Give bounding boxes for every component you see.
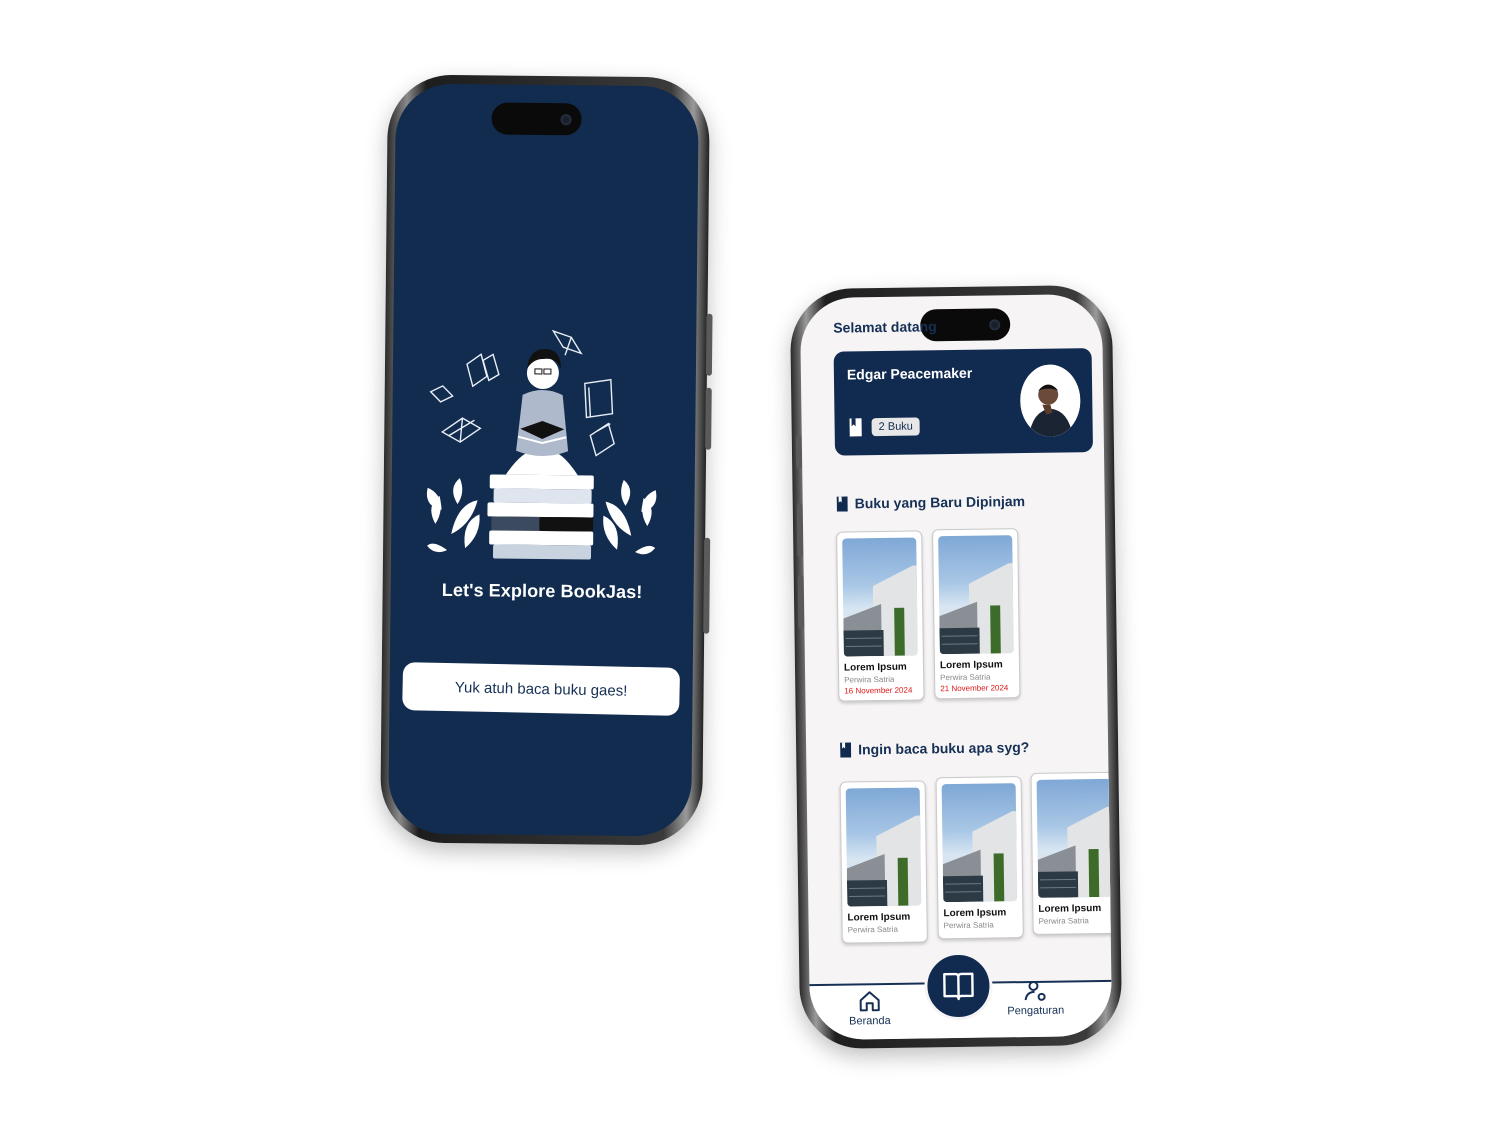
- nav-settings-label: Pengaturan: [1007, 1004, 1065, 1018]
- greeting-text: Selamat datang: [833, 318, 937, 336]
- book-author: Perwira Satria: [1038, 916, 1089, 926]
- recommend-section-title: Ingin baca buku apa syg?: [840, 739, 1029, 758]
- recommend-section-label: Ingin baca buku apa syg?: [858, 738, 1030, 758]
- book-title: Lorem Ipsum: [1038, 902, 1102, 915]
- splash-title: Let's Explore BookJas!: [441, 579, 643, 603]
- floating-book: [551, 329, 583, 356]
- dynamic-island: [491, 102, 582, 136]
- book-author: Perwira Satria: [844, 674, 895, 685]
- nav-home-label: Beranda: [849, 1014, 891, 1028]
- book-title: Lorem Ipsum: [939, 659, 1003, 672]
- due-date: 21 November 2024: [940, 683, 1009, 694]
- borrowed-section-title: Buku yang Baru Dipinjam: [836, 493, 1026, 512]
- profile-name: Edgar Peacemaker: [846, 364, 973, 383]
- volume-up-button: [705, 313, 713, 376]
- book-count-badge: 2 Buku: [871, 417, 921, 437]
- book-title: Lorem Ipsum: [847, 911, 911, 924]
- splash-phone: Let's Explore BookJas! Yuk atuh baca buk…: [379, 74, 713, 846]
- nav-settings[interactable]: Pengaturan: [995, 978, 1076, 1017]
- home-icon: [859, 991, 880, 1012]
- book-icon: [836, 495, 848, 512]
- book-cover: [842, 537, 918, 657]
- book-cover: [938, 535, 1014, 655]
- book-author: Perwira Satria: [943, 920, 994, 931]
- volume-down-button: [705, 387, 712, 450]
- book-author: Perwira Satria: [940, 672, 991, 683]
- book-cover: [845, 787, 922, 907]
- borrowed-book-card[interactable]: Lorem Ipsum Perwira Satria 16 November 2…: [836, 530, 925, 702]
- splash-screen: Let's Explore BookJas! Yuk atuh baca buk…: [388, 83, 699, 837]
- book-title: Lorem Ipsum: [943, 907, 1007, 920]
- start-reading-button[interactable]: Yuk atuh baca buku gaes!: [402, 662, 681, 716]
- home-screen: Selamat datang Edgar Peacemaker 2 Buku B…: [799, 293, 1113, 1041]
- book-author: Perwira Satria: [847, 924, 898, 935]
- book-cover: [1036, 778, 1113, 898]
- reading-woman-illustration: [426, 329, 657, 560]
- book-icon: [840, 741, 852, 758]
- recommended-book-card[interactable]: Lorem Ipsum Perwira Satria: [839, 780, 928, 944]
- book-cover: [941, 783, 1018, 903]
- home-phone: Selamat datang Edgar Peacemaker 2 Buku B…: [789, 284, 1123, 1050]
- recommended-book-card[interactable]: Lorem Ipsum Perwira Satria: [1030, 771, 1113, 935]
- power-button: [703, 537, 711, 634]
- user-settings-icon: [1024, 980, 1046, 1001]
- open-book-icon: [943, 972, 974, 1001]
- profile-card[interactable]: Edgar Peacemaker 2 Buku: [833, 348, 1094, 456]
- avatar[interactable]: [1019, 364, 1081, 438]
- borrowed-section-label: Buku yang Baru Dipinjam: [854, 493, 1026, 512]
- due-date: 16 November 2024: [844, 685, 913, 696]
- nav-home[interactable]: Beranda: [829, 989, 910, 1028]
- borrowed-book-card[interactable]: Lorem Ipsum Perwira Satria 21 November 2…: [932, 528, 1021, 700]
- book-title: Lorem Ipsum: [843, 661, 907, 674]
- recommended-book-card[interactable]: Lorem Ipsum Perwira Satria: [935, 776, 1024, 940]
- book-icon: [849, 418, 862, 437]
